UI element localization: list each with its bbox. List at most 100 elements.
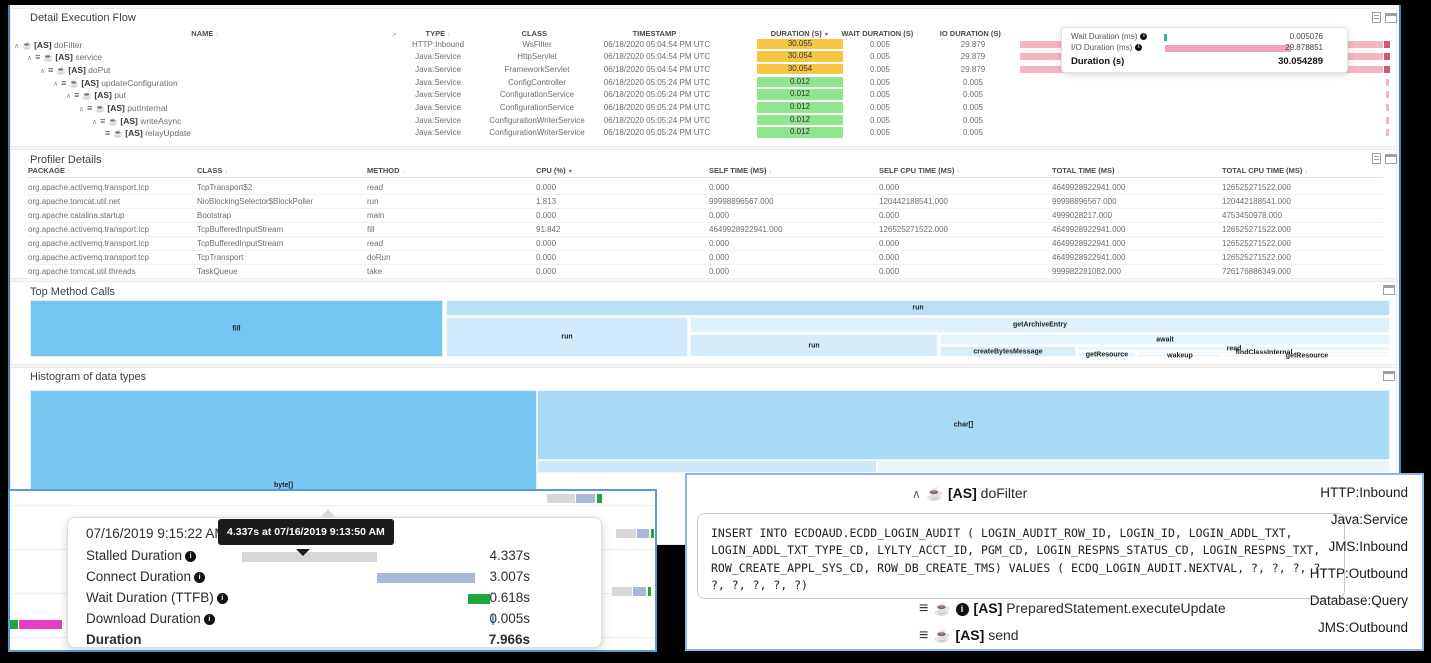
sort-icon[interactable]: ▼: [824, 32, 829, 38]
column-header-name[interactable]: NAME ↕: [191, 29, 218, 38]
column-header-class[interactable]: CLASS ↕: [197, 166, 228, 175]
flow-tree-row[interactable]: ∧≡☕[AS] put: [66, 90, 126, 100]
sql-statement-box[interactable]: INSERT INTO ECDOAUD.ECDD_LOGIN_AUDIT ( L…: [697, 513, 1345, 599]
chevron-up-icon[interactable]: ∧: [66, 93, 71, 100]
column-header-type[interactable]: TYPE ↕: [426, 29, 451, 38]
chevron-up-icon[interactable]: ∧: [92, 119, 97, 126]
sort-icon[interactable]: ↕: [402, 168, 405, 175]
flow-tree-row[interactable]: ∧☕[AS] doFilter: [14, 40, 82, 50]
flow-tree-row[interactable]: ∧≡☕[AS] writeAsync: [92, 116, 181, 126]
flame-block-unlabeled[interactable]: [537, 460, 877, 473]
column-header-total-cpu-time-ms-[interactable]: TOTAL CPU TIME (MS) ↕: [1222, 166, 1308, 175]
menu-icon[interactable]: ≡: [61, 78, 66, 88]
flame-block-char[][interactable]: char[]: [537, 390, 1390, 460]
column-header-method[interactable]: METHOD ↕: [367, 166, 405, 175]
chevron-up-icon[interactable]: ∧: [14, 43, 19, 50]
menu-icon[interactable]: ≡: [919, 600, 928, 617]
info-icon[interactable]: i: [1135, 44, 1142, 51]
expand-window-icon[interactable]: [1383, 285, 1395, 295]
flame-block-createBytesMessage[interactable]: createBytesMessage: [940, 346, 1076, 357]
sort-icon[interactable]: ↕: [447, 31, 450, 38]
menu-icon[interactable]: ≡: [35, 52, 40, 62]
chevron-up-icon[interactable]: ∧: [40, 68, 45, 75]
profiler-cell: org.apache.activemq.transport.tcp: [28, 239, 149, 248]
column-resize-icon[interactable]: ↗: [391, 31, 397, 39]
column-header-duration-s-[interactable]: DURATION (S) ▼: [771, 29, 830, 38]
flow-tree-row[interactable]: ∧≡☕[AS] putInternal: [79, 103, 167, 113]
cell-class: ConfigurationService: [500, 103, 574, 112]
sort-icon[interactable]: ↕: [225, 168, 228, 175]
sort-icon[interactable]: ↕: [769, 168, 772, 175]
cell-type: Java:Service: [415, 116, 461, 125]
flow-tree-row[interactable]: ∧≡☕[AS] service: [27, 52, 102, 62]
info-icon[interactable]: i: [185, 551, 196, 562]
chevron-up-icon[interactable]: ∧: [912, 487, 921, 501]
info-icon[interactable]: i: [217, 593, 228, 604]
flame-block-run[interactable]: run: [446, 300, 1390, 316]
flame-block-run[interactable]: run: [690, 334, 938, 357]
sort-icon[interactable]: ↕: [678, 31, 681, 38]
sort-icon[interactable]: ↕: [957, 168, 960, 175]
info-icon[interactable]: i: [194, 572, 205, 583]
info-icon[interactable]: i: [204, 614, 215, 625]
flame-block-byte[][interactable]: byte[]: [30, 390, 537, 490]
column-header-total-time-ms-[interactable]: TOTAL TIME (MS) ↕: [1052, 166, 1120, 175]
sort-icon[interactable]: ↕: [1003, 31, 1006, 38]
menu-icon[interactable]: ≡: [105, 128, 110, 138]
export-icon[interactable]: [1372, 153, 1381, 164]
info-icon[interactable]: i: [1140, 33, 1147, 40]
menu-icon[interactable]: ≡: [87, 103, 92, 113]
trace-row[interactable]: ≡☕[AS] send: [919, 627, 1019, 645]
expand-window-icon[interactable]: [1385, 13, 1397, 23]
menu-icon[interactable]: ≡: [48, 65, 53, 75]
column-header-cpu-[interactable]: CPU (%) ▼: [536, 166, 573, 175]
flame-block-await[interactable]: await: [940, 334, 1390, 345]
java-icon: ☕: [82, 91, 92, 100]
tooltip-duration-value: 30.054289: [1278, 56, 1323, 67]
sort-icon[interactable]: ↕: [1305, 168, 1308, 175]
timeline-bar-cap: [1384, 41, 1390, 48]
flame-block-getResource[interactable]: getResource: [1224, 354, 1390, 357]
sort-icon[interactable]: ↕: [549, 31, 552, 38]
info-icon[interactable]: i: [956, 603, 969, 616]
flame-block-wakeup[interactable]: wakeup: [1138, 354, 1222, 357]
cell-timestamp: 06/18/2020 05:04:54 PM UTC: [604, 40, 710, 49]
export-icon[interactable]: [1372, 12, 1381, 23]
column-header-timestamp[interactable]: TIMESTAMP ↕: [633, 29, 682, 38]
profiler-cell: 0.000: [879, 239, 899, 248]
column-header-package[interactable]: PACKAGE ↕: [28, 166, 70, 175]
column-header-self-time-ms-[interactable]: SELF TIME (MS) ↕: [709, 166, 772, 175]
expand-window-icon[interactable]: [1385, 154, 1397, 164]
flame-block-fill[interactable]: fill: [30, 300, 443, 357]
flame-block-getResource[interactable]: getResource: [1078, 352, 1136, 357]
sort-icon[interactable]: ▼: [568, 169, 573, 175]
trace-row[interactable]: ≡☕i[AS] PreparedStatement.executeUpdate: [919, 600, 1226, 618]
sort-icon[interactable]: ↕: [67, 168, 70, 175]
column-header-wait-duration-s-[interactable]: WAIT DURATION (S) ↕: [841, 29, 918, 38]
menu-icon[interactable]: ≡: [74, 90, 79, 100]
column-header-class[interactable]: CLASS ↕: [522, 29, 553, 38]
expand-window-icon[interactable]: [1383, 371, 1395, 381]
column-header-io-duration-s-[interactable]: IO DURATION (S) ↕: [940, 29, 1006, 38]
row-divider: [28, 250, 1383, 251]
flow-tree-row[interactable]: ∧≡☕[AS] doPut: [40, 65, 110, 75]
flame-block-getArchiveEntry[interactable]: getArchiveEntry: [690, 317, 1390, 333]
menu-icon[interactable]: ≡: [100, 116, 105, 126]
sort-icon[interactable]: ↕: [1117, 168, 1120, 175]
sort-icon[interactable]: ↕: [215, 31, 218, 38]
flow-tree-row[interactable]: ≡☕[AS] relayUpdate: [105, 128, 191, 138]
column-header-self-cpu-time-ms-[interactable]: SELF CPU TIME (MS) ↕: [879, 166, 960, 175]
menu-icon[interactable]: ≡: [919, 627, 928, 644]
chevron-up-icon[interactable]: ∧: [27, 55, 32, 62]
cell-io-duration: 0.005: [963, 90, 983, 99]
chevron-up-icon[interactable]: ∧: [79, 106, 84, 113]
flame-block-run[interactable]: run: [446, 317, 688, 357]
profiler-cell: 4649928922941.000: [1052, 225, 1125, 234]
sort-icon[interactable]: ↕: [915, 31, 918, 38]
waterfall-segment-bar: [616, 529, 636, 538]
trace-root-row[interactable]: ∧☕[AS] doFilter: [912, 485, 1027, 502]
flow-tree-row[interactable]: ∧≡☕[AS] updateConfiguration: [53, 78, 178, 88]
trace-detail-overlay-window: ∧☕[AS] doFilter INSERT INTO ECDOAUD.ECDD…: [685, 473, 1424, 651]
chevron-up-icon[interactable]: ∧: [53, 81, 58, 88]
flame-block-unlabeled[interactable]: [877, 460, 1390, 473]
